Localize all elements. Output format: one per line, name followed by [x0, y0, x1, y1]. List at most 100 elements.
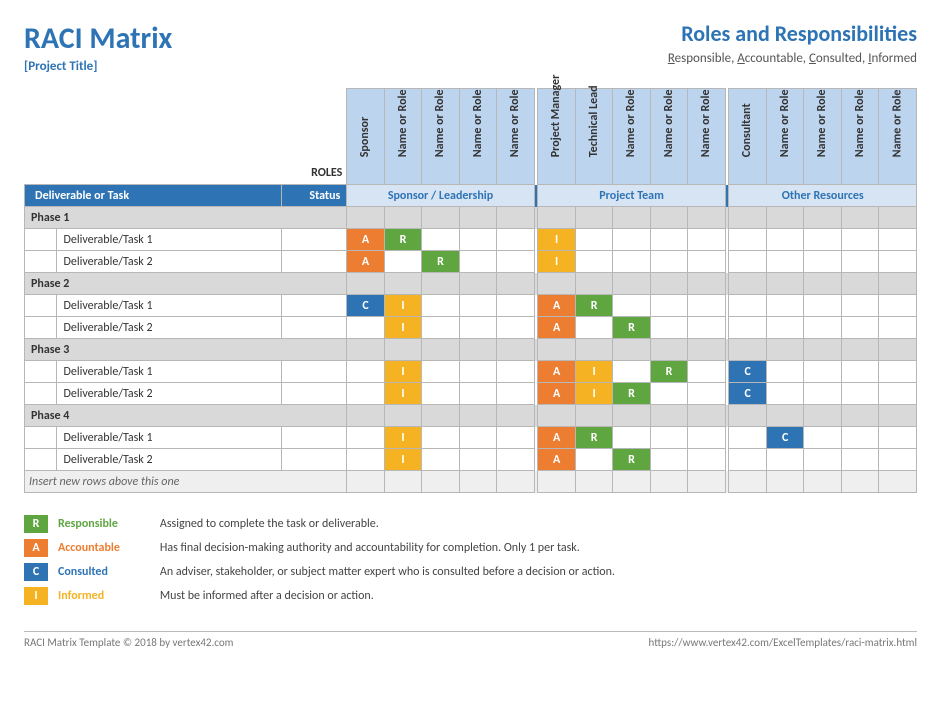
phase-cell: [459, 339, 496, 361]
phase-cell: [841, 405, 878, 427]
raci-acronym: Responsible, Accountable, Consulted, Inf…: [668, 51, 917, 66]
role-header: Name or Role: [766, 89, 803, 185]
title-left: RACI Matrix [Project Title]: [24, 20, 172, 74]
raci-cell-empty: [459, 229, 496, 251]
role-group-header: Project Team: [538, 185, 725, 207]
raci-cell-A: A: [347, 229, 384, 251]
footer-right: https://www.vertex42.com/ExcelTemplates/…: [649, 636, 917, 649]
legend-item-A: AAccountable: [24, 539, 120, 557]
task-name: Deliverable/Task 2: [57, 317, 282, 339]
phase-cell: [347, 405, 384, 427]
legend-item-C: CConsulted: [24, 563, 120, 581]
raci-cell-empty: [879, 317, 917, 339]
raci-cell-empty: [347, 317, 384, 339]
role-header: Name or Role: [459, 89, 496, 185]
task-name: Deliverable/Task 1: [57, 361, 282, 383]
raci-cell-empty: [804, 361, 841, 383]
phase-cell: [804, 339, 841, 361]
raci-cell-empty: [422, 229, 459, 251]
role-header: Name or Role: [613, 89, 650, 185]
phase-cell: [729, 405, 766, 427]
legend-block: R Responsible AAccountable CConsulted IInfor…: [24, 515, 917, 605]
phase-cell: [841, 273, 878, 295]
phase-cell: [879, 207, 917, 229]
phase-cell: [497, 273, 534, 295]
phase-cell: [575, 273, 612, 295]
phase-cell: [804, 273, 841, 295]
raci-cell-empty: [766, 295, 803, 317]
phase-cell: [497, 207, 534, 229]
raci-cell-empty: [841, 317, 878, 339]
insert-cell: [879, 471, 917, 493]
indent-cell: [25, 229, 57, 251]
raci-cell-A: A: [538, 361, 575, 383]
role-header: Name or Role: [422, 89, 459, 185]
raci-cell-I: I: [384, 449, 421, 471]
raci-cell-empty: [879, 383, 917, 405]
raci-cell-empty: [613, 251, 650, 273]
phase-cell: [804, 207, 841, 229]
insert-cell: [804, 471, 841, 493]
raci-cell-C: C: [766, 427, 803, 449]
raci-cell-empty: [804, 295, 841, 317]
raci-cell-I: I: [575, 383, 612, 405]
raci-cell-A: A: [538, 427, 575, 449]
phase-cell: [384, 207, 421, 229]
phase-cell: [575, 339, 612, 361]
legend-box-R: R: [24, 515, 48, 533]
raci-cell-empty: [841, 449, 878, 471]
raci-cell-R: R: [613, 317, 650, 339]
phase-cell: [422, 339, 459, 361]
raci-cell-empty: [841, 295, 878, 317]
phase-cell: [575, 405, 612, 427]
raci-cell-empty: [804, 229, 841, 251]
phase-cell: [575, 207, 612, 229]
legend-descriptions: Assigned to complete the task or deliver…: [160, 515, 615, 605]
phase-cell: [347, 273, 384, 295]
role-header: Name or Role: [384, 89, 421, 185]
raci-cell-empty: [766, 317, 803, 339]
legend-item-I: IInformed: [24, 587, 120, 605]
raci-cell-empty: [766, 251, 803, 273]
raci-cell-empty: [459, 449, 496, 471]
legend-desc-A: Has final decision-making authority and …: [160, 539, 615, 557]
raci-cell-empty: [575, 251, 612, 273]
phase-cell: [766, 339, 803, 361]
raci-cell-empty: [422, 361, 459, 383]
phase-cell: [613, 405, 650, 427]
heading-right: Roles and Responsibilities: [668, 20, 917, 47]
status-cell: [282, 295, 347, 317]
raci-cell-I: I: [384, 427, 421, 449]
raci-cell-I: I: [384, 317, 421, 339]
raci-cell-empty: [422, 449, 459, 471]
legend-label-R: Responsible: [58, 517, 118, 531]
raci-cell-empty: [841, 229, 878, 251]
insert-cell: [650, 471, 687, 493]
raci-cell-empty: [688, 295, 725, 317]
raci-cell-empty: [347, 383, 384, 405]
page-title: RACI Matrix: [24, 20, 172, 57]
role-header: Name or Role: [497, 89, 534, 185]
legend-label-A: Accountable: [58, 541, 120, 555]
insert-hint: Insert new rows above this one: [25, 471, 347, 493]
raci-cell-empty: [650, 383, 687, 405]
raci-cell-I: I: [575, 361, 612, 383]
phase-cell: [688, 207, 725, 229]
raci-cell-empty: [688, 361, 725, 383]
insert-cell: [384, 471, 421, 493]
raci-cell-empty: [497, 295, 534, 317]
raci-cell-empty: [613, 361, 650, 383]
raci-cell-empty: [422, 295, 459, 317]
phase-header: Phase 3: [25, 339, 347, 361]
raci-cell-R: R: [422, 251, 459, 273]
phase-cell: [422, 273, 459, 295]
raci-cell-I: I: [538, 229, 575, 251]
phase-cell: [497, 339, 534, 361]
phase-cell: [497, 405, 534, 427]
task-name: Deliverable/Task 1: [57, 427, 282, 449]
raci-cell-empty: [879, 251, 917, 273]
phase-cell: [459, 405, 496, 427]
raci-cell-empty: [804, 251, 841, 273]
phase-cell: [766, 207, 803, 229]
project-subtitle: [Project Title]: [24, 59, 172, 74]
